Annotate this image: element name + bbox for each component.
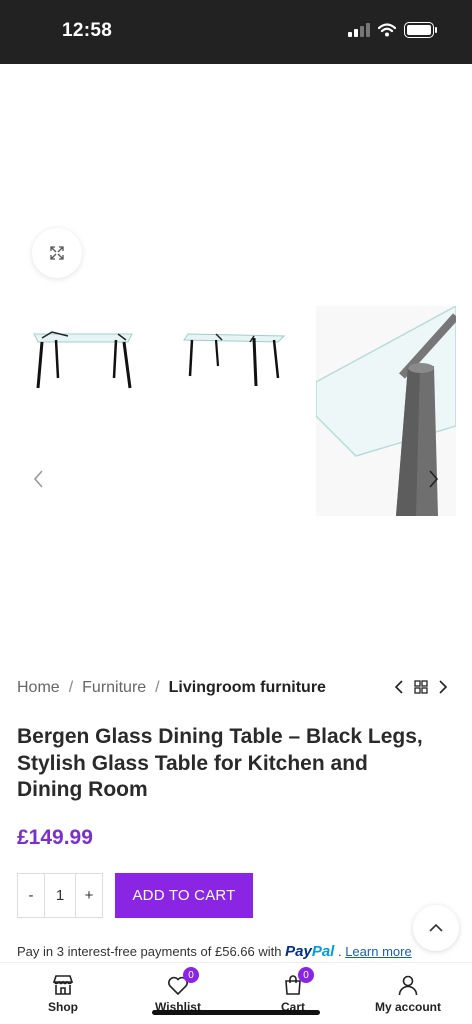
breadcrumb-furniture[interactable]: Furniture (82, 679, 146, 697)
paypal-suffix: . (337, 944, 342, 959)
breadcrumb: Home / Furniture / Livingroom furniture (17, 679, 326, 697)
breadcrumb-home[interactable]: Home (17, 679, 60, 697)
breadcrumb-separator: / (68, 679, 74, 696)
signal-icon (348, 23, 370, 37)
breadcrumb-separator: / (155, 679, 160, 696)
status-time: 12:58 (62, 20, 113, 41)
battery-icon (404, 22, 437, 38)
shop-icon (52, 975, 74, 995)
add-to-cart-button[interactable]: ADD TO CART (115, 873, 253, 918)
cart-count-badge: 0 (298, 967, 314, 983)
product-price: £149.99 (17, 826, 93, 849)
expand-icon (50, 246, 64, 260)
grid-icon[interactable] (414, 680, 428, 694)
nav-shop[interactable]: Shop (13, 973, 113, 1014)
gallery-prev-icon[interactable] (30, 468, 48, 490)
paypal-installments: Pay in 3 interest-free payments of £56.6… (17, 943, 412, 960)
learn-more-link[interactable]: Learn more (345, 944, 411, 959)
breadcrumb-current: Livingroom furniture (168, 679, 326, 696)
nav-shop-label: Shop (48, 1000, 78, 1014)
zoom-button[interactable] (32, 228, 82, 278)
quantity-increase-button[interactable]: + (76, 874, 102, 917)
nav-cart[interactable]: 0 Cart (243, 967, 343, 1014)
paypal-text: Pay in 3 interest-free payments of £56.6… (17, 944, 282, 959)
nav-my-account[interactable]: My account (358, 973, 458, 1014)
user-icon (398, 975, 418, 996)
gallery-next-icon[interactable] (424, 468, 442, 490)
product-navigation (394, 680, 448, 694)
nav-account-label: My account (374, 1000, 441, 1014)
chevron-up-icon (429, 923, 443, 932)
nav-wishlist[interactable]: 0 Wishlist (128, 967, 228, 1014)
product-thumbnail-2[interactable] (180, 320, 290, 396)
quantity-input[interactable]: 1 (44, 874, 76, 917)
product-thumbnail-1[interactable] (28, 320, 140, 396)
quantity-stepper: - 1 + (17, 873, 103, 918)
wifi-icon (378, 23, 396, 37)
wishlist-count-badge: 0 (183, 967, 199, 983)
status-icons (348, 22, 437, 38)
previous-product-icon[interactable] (394, 680, 404, 694)
status-bar: 12:58 (0, 0, 472, 64)
product-title: Bergen Glass Dining Table – Black Legs, … (17, 725, 423, 801)
scroll-to-top-button[interactable] (413, 905, 459, 951)
home-indicator (152, 1010, 320, 1015)
paypal-logo: PayPal (285, 943, 335, 960)
next-product-icon[interactable] (438, 680, 448, 694)
quantity-decrease-button[interactable]: - (18, 874, 44, 917)
